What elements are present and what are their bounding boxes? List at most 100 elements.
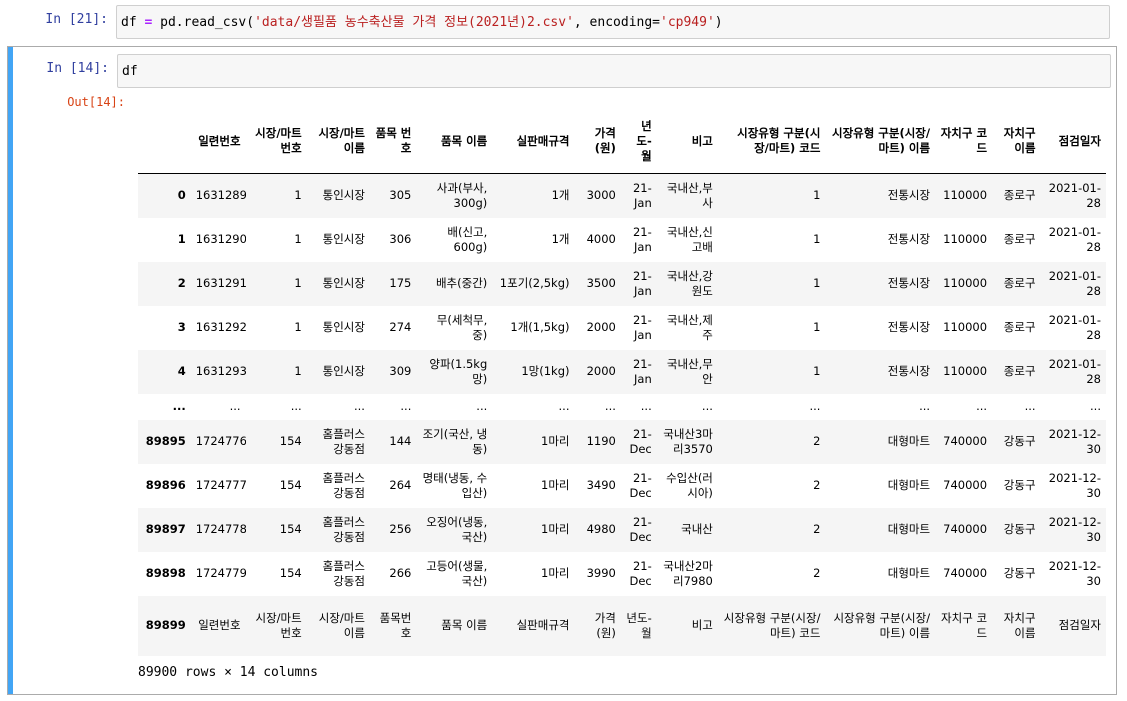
table-cell: 양파(1.5kg 망) — [429, 356, 488, 386]
row-index: 89895 — [145, 434, 186, 448]
table-cell: 1 — [813, 232, 821, 246]
table-cell: 1631291 — [195, 276, 246, 290]
table-cell: 2021-12-30 — [1048, 558, 1101, 588]
code-input[interactable]: df — [117, 54, 1111, 88]
table-cell: 일련번호 — [198, 618, 241, 632]
table-cell: 국내산3마리3570 — [663, 426, 713, 456]
table-cell: 3490 — [586, 478, 616, 492]
table-cell: 154 — [279, 522, 302, 536]
table-cell: 154 — [279, 566, 302, 580]
table-cell: 1마리 — [541, 434, 570, 448]
table-cell: 홈플러스 강동점 — [322, 426, 365, 456]
table-cell: 가격(원) — [594, 610, 616, 640]
table-cell: 306 — [389, 232, 412, 246]
table-cell: 종로구 — [1003, 232, 1036, 246]
table-cell: 1개 — [551, 188, 570, 203]
table-cell: 전통시장 — [887, 320, 931, 334]
table-cell: 21-Dec — [629, 426, 652, 456]
code-cell-21[interactable]: In [21]: df = pd.read_csv('data/생필품 농수축산… — [0, 0, 1127, 44]
dataframe-output: 일련번호 시장/마트 번호 시장/마트 이름 품목 번호 품목 이름 실판매규격 가격(원)… — [138, 109, 1106, 656]
table-cell: 통인시장 — [322, 320, 365, 334]
dataframe-table: 일련번호 시장/마트 번호 시장/마트 이름 품목 번호 품목 이름 실판매규격 가격(원)… — [138, 109, 1106, 656]
table-cell: 110000 — [943, 320, 988, 334]
table-cell: 21-Jan — [632, 224, 652, 254]
table-row: 1 1631290 1 통인시장 306 배(신고, 600g) 1개 4000 21-Jan 국… — [138, 218, 1106, 262]
table-cell: 21-Dec — [629, 558, 652, 588]
table-cell: 1631293 — [195, 364, 246, 378]
row-index: 3 — [177, 320, 186, 334]
table-cell: 309 — [389, 364, 412, 378]
table-cell: 1마리 — [541, 478, 570, 492]
table-cell: ... — [229, 399, 241, 413]
table-row: 89895 1724776 154 홈플러스 강동점 144 조기(국산, 냉동) 1마리 1… — [138, 419, 1106, 464]
table-row: 4 1631293 1 통인시장 309 양파(1.5kg 망) 1망(1kg) 2000 21… — [138, 349, 1106, 394]
table-cell: 국내산 — [681, 522, 713, 536]
table-cell: 21-Jan — [632, 356, 652, 386]
table-cell: ... — [290, 399, 302, 413]
table-cell: 국내산,제주 — [666, 312, 713, 342]
table-cell: 고등어(생물,국산) — [426, 558, 488, 588]
table-cell: 266 — [389, 566, 412, 580]
table-cell: 4000 — [586, 232, 616, 246]
table-body: 0 1631289 1 통인시장 305 사과(부사, 300g) 1개 3000 21-Jan… — [138, 173, 1106, 656]
code-token: df — [121, 15, 137, 30]
table-cell: 홈플러스 강동점 — [322, 470, 365, 500]
table-cell: 강동구 — [1003, 434, 1036, 448]
table-cell: 264 — [389, 478, 412, 492]
table-cell: 비고 — [691, 618, 713, 632]
table-cell: 740000 — [943, 434, 988, 448]
table-cell: 홈플러스 강동점 — [322, 514, 365, 544]
input-prompt: In [21]: — [45, 12, 108, 27]
table-cell: 시장/마트 이름 — [318, 610, 365, 640]
column-header: 가격(원) — [574, 109, 621, 174]
table-cell: 1 — [813, 320, 821, 334]
header-row: 일련번호 시장/마트 번호 시장/마트 이름 품목 번호 품목 이름 실판매규격 가격(원)… — [138, 109, 1106, 174]
table-cell: 2 — [813, 478, 821, 492]
table-row: 3 1631292 1 통인시장 274 무(세척무, 중) 1개(1,5kg) 2000 21… — [138, 306, 1106, 350]
row-index: 2 — [177, 276, 186, 290]
selected-cell-indicator — [8, 47, 13, 694]
table-cell: 21-Jan — [632, 312, 652, 342]
table-cell: 1 — [294, 232, 302, 246]
column-header: 시장유형 구분(시장/마트) 코드 — [717, 109, 826, 174]
table-cell: 통인시장 — [322, 188, 365, 203]
table-header: 일련번호 시장/마트 번호 시장/마트 이름 품목 번호 품목 이름 실판매규격 가격(원)… — [138, 109, 1106, 174]
dataframe-shape-summary: 89900 rows × 14 columns — [138, 665, 319, 680]
code-input[interactable]: df = pd.read_csv('data/생필품 농수축산물 가격 정보(2… — [116, 5, 1110, 39]
table-cell: 년도-월 — [626, 610, 652, 640]
table-cell: 175 — [389, 276, 412, 290]
table-cell: 274 — [389, 320, 412, 334]
table-cell: 1 — [813, 188, 821, 203]
table-cell: 1 — [294, 320, 302, 334]
table-cell: 3990 — [586, 566, 616, 580]
table-cell: 국내산,부사 — [666, 180, 713, 210]
column-header: 시장/마트 번호 — [245, 109, 307, 174]
index-header — [138, 109, 191, 174]
code-cell-14[interactable]: In [14]: df Out[14]: 일련번호 시장/마트 번호 시장/마트 이… — [7, 46, 1117, 695]
table-cell: 1724777 — [195, 478, 246, 492]
table-cell: 전통시장 — [887, 276, 931, 290]
table-cell: 강동구 — [1003, 566, 1036, 580]
table-cell: 종로구 — [1003, 320, 1036, 334]
column-header: 일련번호 — [190, 109, 246, 174]
column-header: 자치구 코드 — [935, 109, 993, 174]
table-cell: 전통시장 — [887, 188, 931, 203]
row-index: 89896 — [145, 478, 186, 492]
table-cell: 강동구 — [1003, 522, 1036, 536]
code-token: 'data/생필품 농수축산물 가격 정보(2021년)2.csv' — [254, 15, 574, 30]
table-row: 89897 1724778 154 홈플러스 강동점 256 오징어(냉동,국산) 1마리 4… — [138, 507, 1106, 552]
table-cell: 256 — [389, 522, 412, 536]
row-index: 0 — [177, 188, 186, 203]
table-cell: 자치구 코드 — [941, 610, 988, 640]
table-cell: 자치구 이름 — [1003, 610, 1036, 640]
table-cell: 통인시장 — [322, 364, 365, 378]
table-cell: 21-Jan — [632, 268, 652, 298]
table-row: 89896 1724777 154 홈플러스 강동점 264 명태(냉동, 수입산) 1마리… — [138, 464, 1106, 508]
output-prompt: Out[14]: — [67, 95, 125, 109]
table-cell: 2000 — [586, 320, 616, 334]
table-cell: 사과(부사, 300g) — [436, 180, 488, 210]
row-index: ... — [172, 399, 186, 413]
table-cell: 2000 — [586, 364, 616, 378]
table-cell: 305 — [389, 188, 412, 203]
table-cell: ... — [919, 399, 931, 413]
